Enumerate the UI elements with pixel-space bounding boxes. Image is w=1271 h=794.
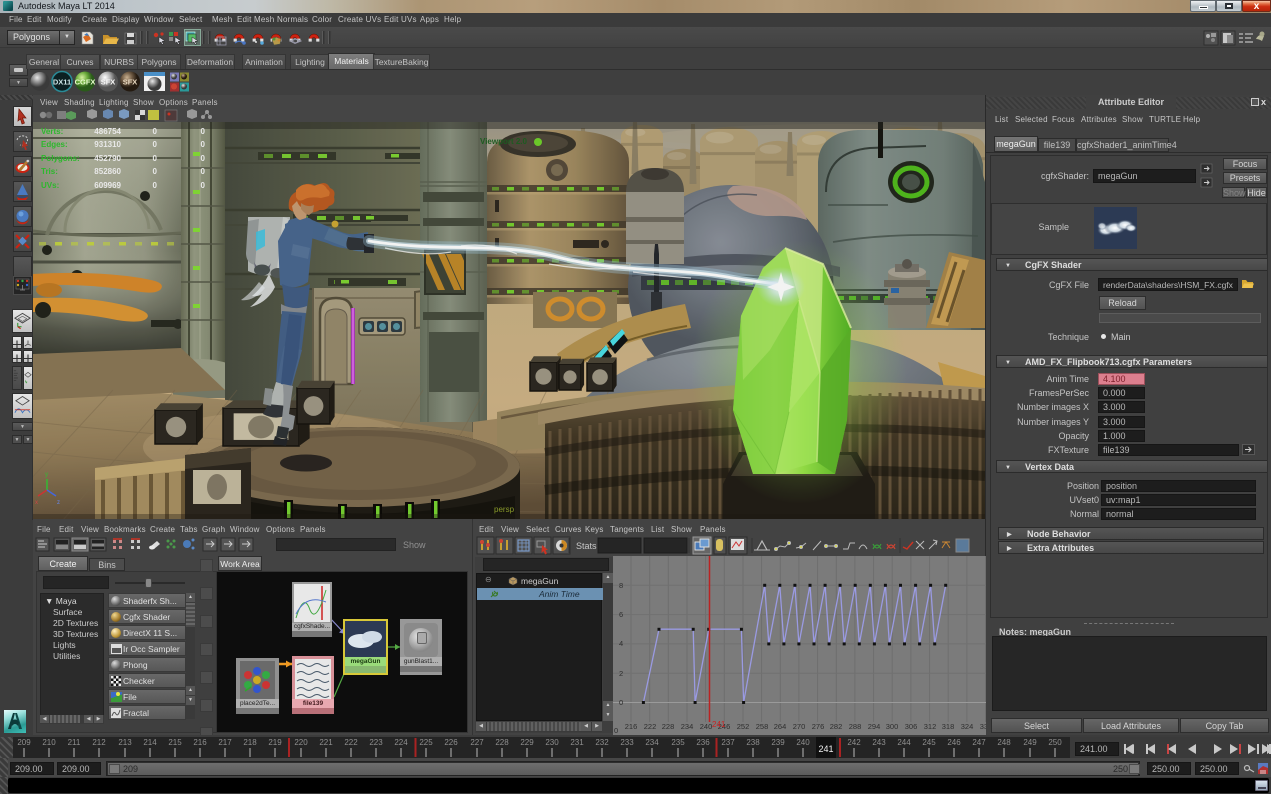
svg-text:312: 312 xyxy=(924,722,937,731)
svg-text:CGFX: CGFX xyxy=(75,78,96,87)
svg-text:300: 300 xyxy=(886,722,899,731)
svg-text:237: 237 xyxy=(721,738,735,747)
svg-text:217: 217 xyxy=(218,738,232,747)
svg-text:239: 239 xyxy=(771,738,785,747)
svg-text:270: 270 xyxy=(793,722,806,731)
svg-text:288: 288 xyxy=(849,722,862,731)
svg-text:212: 212 xyxy=(92,738,106,747)
svg-text:DX11: DX11 xyxy=(53,78,71,87)
svg-text:241: 241 xyxy=(712,720,726,729)
svg-text:244: 244 xyxy=(897,738,911,747)
svg-text:228: 228 xyxy=(662,722,675,731)
svg-text:213: 213 xyxy=(118,738,132,747)
svg-text:231: 231 xyxy=(570,738,584,747)
svg-text:242: 242 xyxy=(847,738,861,747)
svg-text:Polygons:: Polygons: xyxy=(41,154,80,163)
svg-text:486754: 486754 xyxy=(94,127,121,136)
svg-text:234: 234 xyxy=(645,738,659,747)
svg-text:209: 209 xyxy=(17,738,31,747)
svg-text:4: 4 xyxy=(619,639,623,648)
svg-text:230: 230 xyxy=(545,738,559,747)
svg-text:z: z xyxy=(57,500,60,506)
svg-text:228: 228 xyxy=(495,738,509,747)
svg-text:0: 0 xyxy=(153,127,158,136)
svg-text:0: 0 xyxy=(153,167,158,176)
svg-text:223: 223 xyxy=(369,738,383,747)
svg-text:215: 215 xyxy=(168,738,182,747)
svg-text:211: 211 xyxy=(68,738,81,747)
svg-text:931310: 931310 xyxy=(94,140,121,149)
svg-text:235: 235 xyxy=(671,738,685,747)
svg-text:2: 2 xyxy=(619,669,623,678)
svg-text:SFX: SFX xyxy=(101,78,116,87)
svg-text:227: 227 xyxy=(470,738,484,747)
svg-text:249: 249 xyxy=(1023,738,1037,747)
svg-text:0: 0 xyxy=(201,154,206,163)
svg-text:6: 6 xyxy=(619,610,623,619)
svg-text:218: 218 xyxy=(243,738,257,747)
svg-text:246: 246 xyxy=(947,738,961,747)
svg-text:240: 240 xyxy=(796,738,810,747)
svg-text:0: 0 xyxy=(201,181,206,190)
svg-text:330: 330 xyxy=(980,722,986,731)
svg-text:8: 8 xyxy=(619,581,623,590)
svg-text:225: 225 xyxy=(419,738,433,747)
svg-text:y: y xyxy=(45,472,48,478)
svg-text:236: 236 xyxy=(696,738,710,747)
svg-text:247: 247 xyxy=(972,738,986,747)
svg-text:0: 0 xyxy=(619,698,623,707)
svg-text:258: 258 xyxy=(756,722,769,731)
svg-text:245: 245 xyxy=(922,738,936,747)
svg-text:294: 294 xyxy=(868,722,881,731)
svg-text:306: 306 xyxy=(905,722,918,731)
svg-text:216: 216 xyxy=(625,722,638,731)
svg-text:609969: 609969 xyxy=(94,181,121,190)
svg-text:persp: persp xyxy=(494,505,515,514)
svg-text:0: 0 xyxy=(153,154,158,163)
svg-text:276: 276 xyxy=(812,722,825,731)
svg-text:0: 0 xyxy=(153,140,158,149)
svg-text:0: 0 xyxy=(201,140,206,149)
svg-text:Verts:: Verts: xyxy=(41,127,63,136)
svg-text:0: 0 xyxy=(614,726,618,735)
svg-text:Viewport 2.0: Viewport 2.0 xyxy=(480,137,528,146)
svg-text:229: 229 xyxy=(520,738,534,747)
svg-text:226: 226 xyxy=(444,738,458,747)
svg-text:852860: 852860 xyxy=(94,167,121,176)
svg-text:222: 222 xyxy=(344,738,358,747)
svg-text:234: 234 xyxy=(681,722,694,731)
svg-text:282: 282 xyxy=(830,722,843,731)
svg-text:232: 232 xyxy=(595,738,609,747)
svg-text:233: 233 xyxy=(620,738,634,747)
svg-text:216: 216 xyxy=(193,738,207,747)
svg-text:240: 240 xyxy=(700,722,713,731)
svg-text:452790: 452790 xyxy=(94,154,121,163)
svg-text:222: 222 xyxy=(644,722,657,731)
svg-text:250: 250 xyxy=(1048,738,1062,747)
svg-text:214: 214 xyxy=(143,738,157,747)
svg-text:0: 0 xyxy=(201,127,206,136)
svg-text:220: 220 xyxy=(294,738,308,747)
svg-text:318: 318 xyxy=(942,722,955,731)
svg-text:238: 238 xyxy=(746,738,760,747)
svg-text:Edges:: Edges: xyxy=(41,140,68,149)
svg-text:UVs:: UVs: xyxy=(41,181,59,190)
svg-text:243: 243 xyxy=(872,738,886,747)
svg-text:252: 252 xyxy=(737,722,750,731)
svg-text:0: 0 xyxy=(201,167,206,176)
svg-text:x: x xyxy=(35,500,38,506)
svg-text:248: 248 xyxy=(997,738,1011,747)
svg-text:0: 0 xyxy=(153,181,158,190)
svg-text:SFX: SFX xyxy=(123,78,138,87)
svg-text:219: 219 xyxy=(268,738,282,747)
svg-text:241: 241 xyxy=(818,744,833,754)
svg-text:210: 210 xyxy=(42,738,56,747)
svg-text:224: 224 xyxy=(394,738,408,747)
svg-text:221: 221 xyxy=(319,738,333,747)
svg-text:264: 264 xyxy=(774,722,787,731)
svg-text:Tris:: Tris: xyxy=(41,167,58,176)
svg-text:324: 324 xyxy=(961,722,974,731)
